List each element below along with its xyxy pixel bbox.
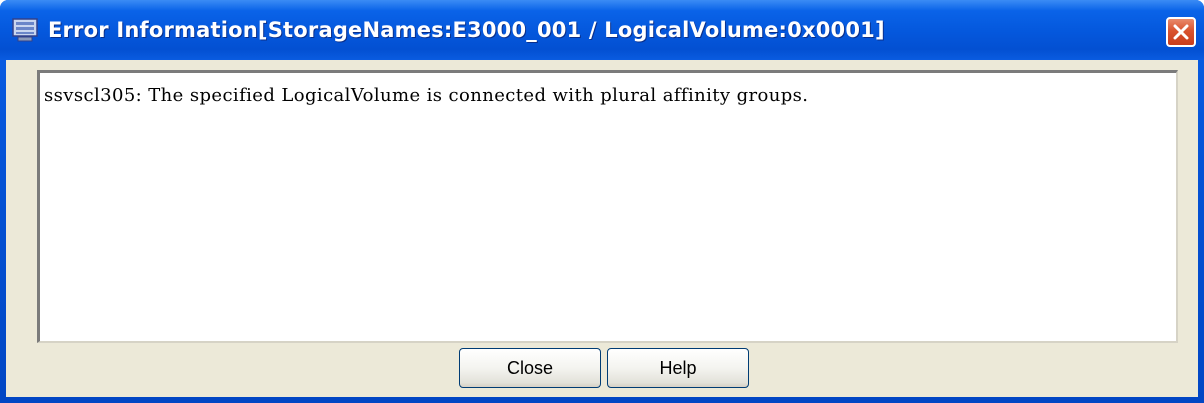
close-x-icon [1173,24,1189,40]
error-dialog: Error Information[StorageNames:E3000_001… [0,0,1204,403]
close-window-button[interactable] [1166,17,1196,47]
title-bar[interactable]: Error Information[StorageNames:E3000_001… [0,0,1204,60]
window-title: Error Information[StorageNames:E3000_001… [48,18,885,42]
help-button[interactable]: Help [607,348,749,388]
storage-app-icon [12,18,38,42]
error-message: ssvscl305: The specified LogicalVolume i… [44,85,809,106]
message-area[interactable]: ssvscl305: The specified LogicalVolume i… [37,70,1178,343]
close-button[interactable]: Close [459,348,601,388]
dialog-body: ssvscl305: The specified LogicalVolume i… [6,60,1198,397]
